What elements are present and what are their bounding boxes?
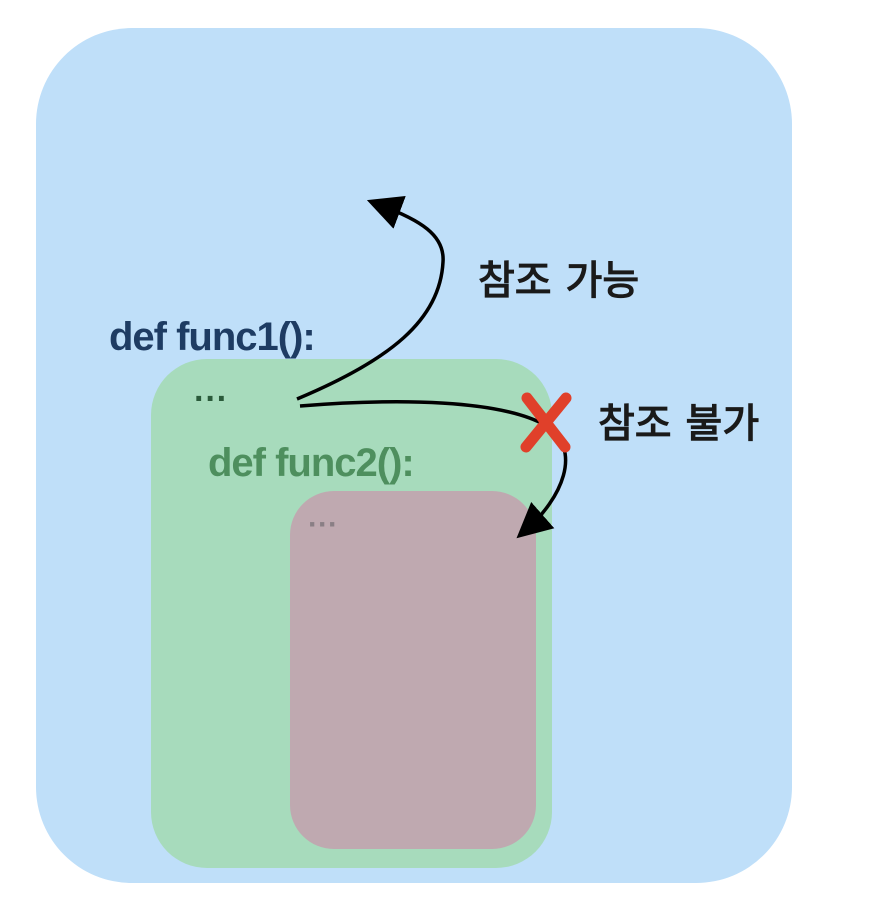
cross-icon [520, 392, 572, 453]
arrows-layer [296, 195, 572, 539]
reference-possible-arrow [296, 195, 445, 401]
scope-diagram: def func1(): ··· def func2(): ··· 참조 가능 … [0, 0, 878, 916]
reference-impossible-arrow [299, 400, 568, 539]
